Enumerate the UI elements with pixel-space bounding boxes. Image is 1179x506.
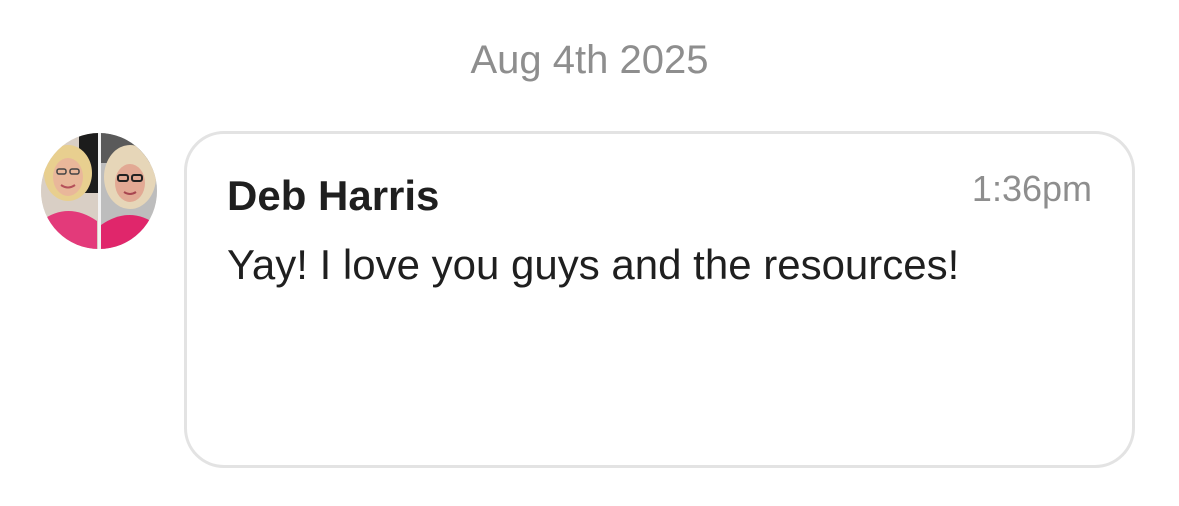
sender-name[interactable]: Deb Harris [227, 170, 439, 222]
message-timestamp: 1:36pm [971, 168, 1092, 209]
user-photo-avatar-icon [41, 133, 157, 249]
sender-avatar[interactable] [41, 133, 157, 249]
message-bubble[interactable]: Deb Harris 1:36pm Yay! I love you guys a… [184, 131, 1135, 468]
message-text: Yay! I love you guys and the resources! [227, 241, 960, 288]
date-divider: Aug 4th 2025 [470, 38, 709, 82]
chat-thread: Aug 4th 2025 Deb Harris 1:36pm Yay! I lo… [0, 0, 1179, 506]
